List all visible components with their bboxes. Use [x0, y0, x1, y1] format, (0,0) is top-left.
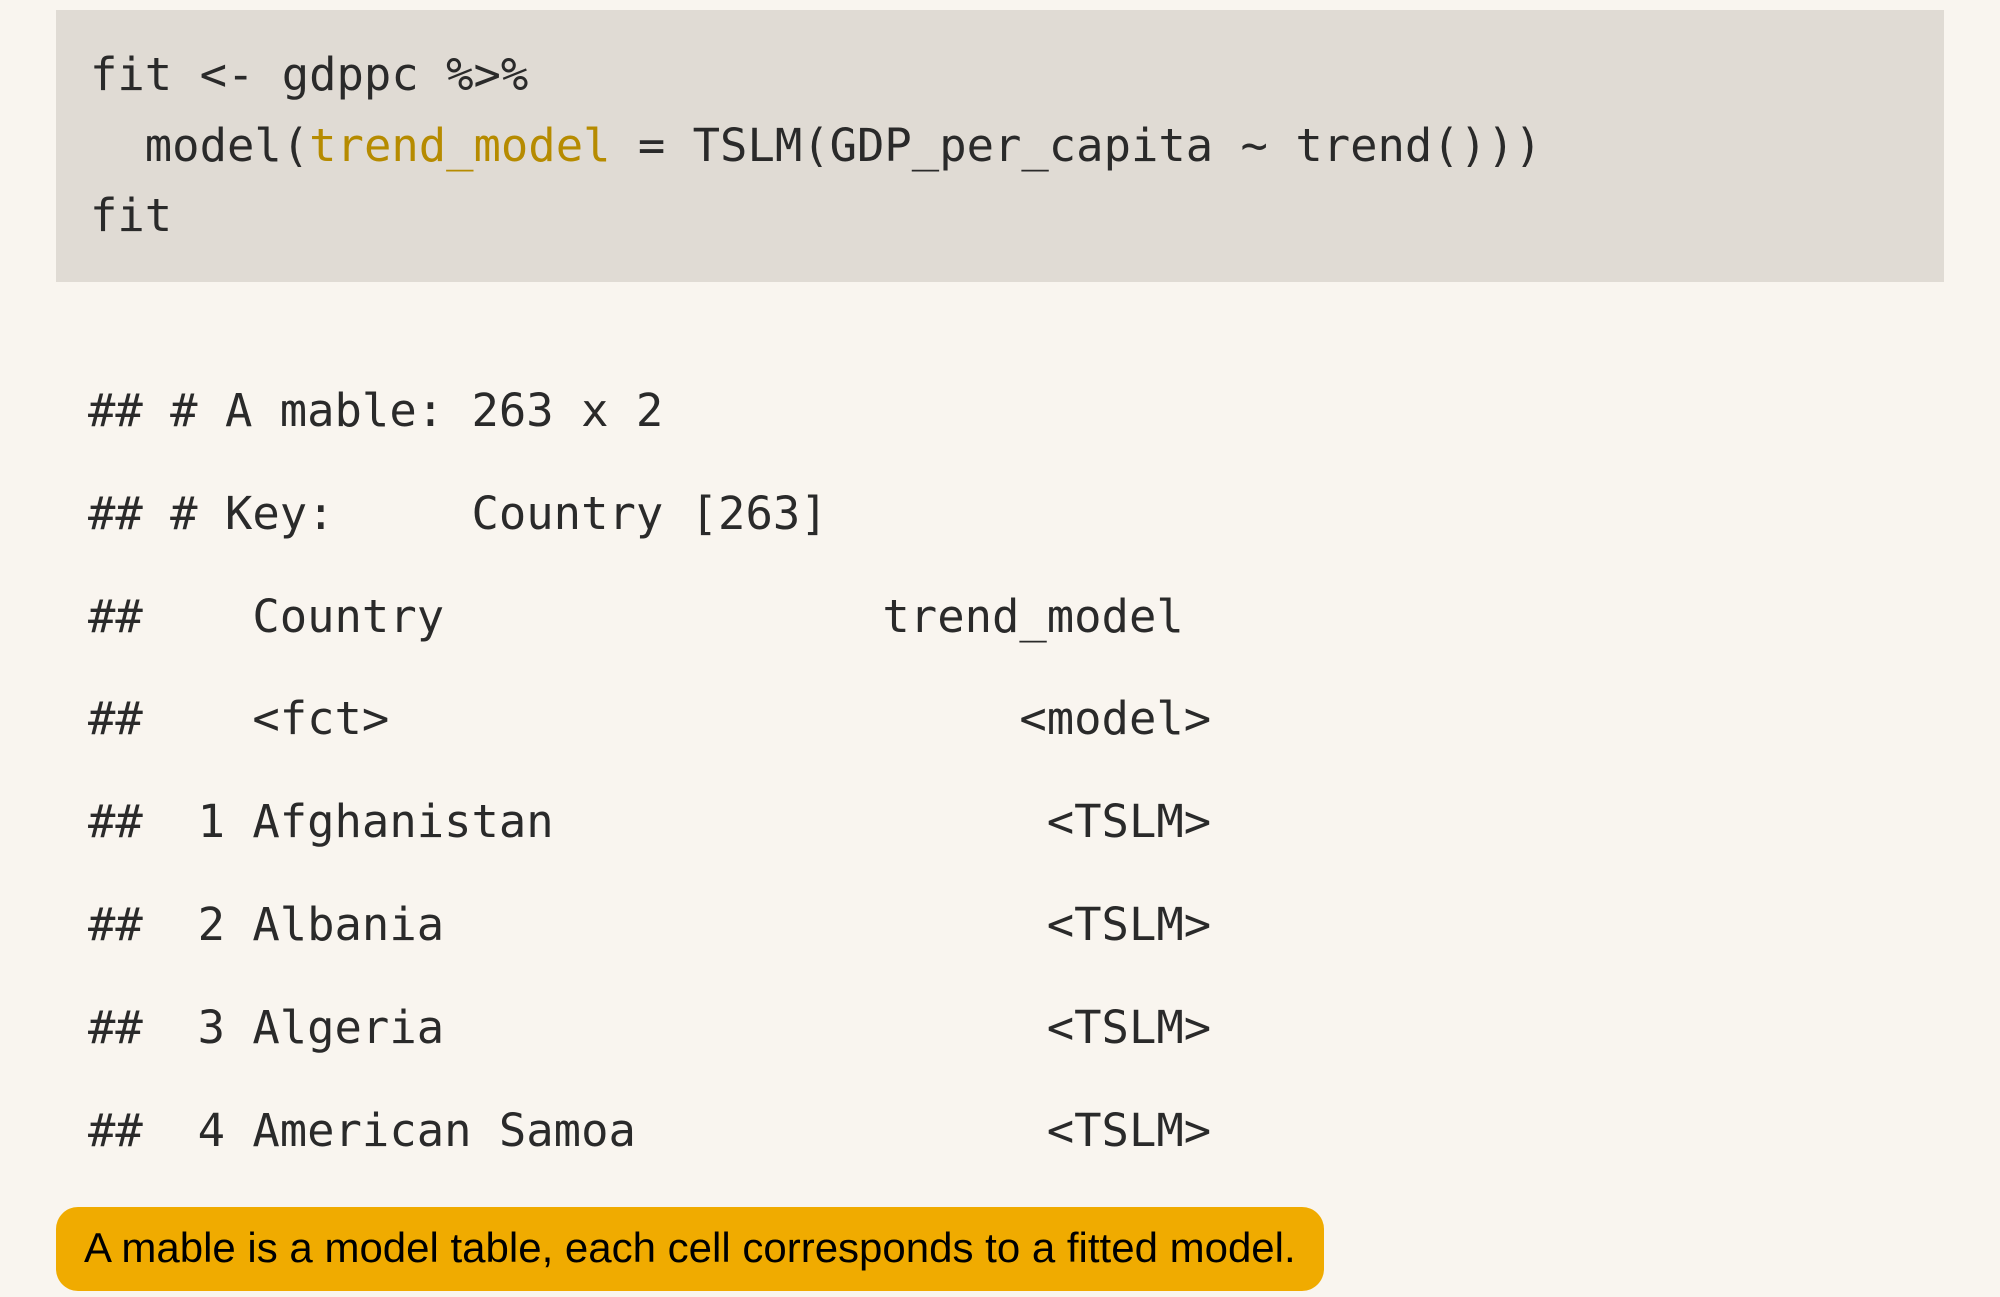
code-arg-name: trend_model — [309, 119, 610, 172]
table-row: ## 4 American Samoa <TSLM> — [88, 1104, 1211, 1157]
output-header-dims: ## # A mable: 263 x 2 — [88, 384, 663, 437]
code-input-block: fit <- gdppc %>% model(trend_model = TSL… — [56, 10, 1944, 282]
highlight-callout: A mable is a model table, each cell corr… — [56, 1207, 1324, 1291]
code-line-2-post: = TSLM(GDP_per_capita ~ trend())) — [610, 119, 1541, 172]
table-row: ## 2 Albania <TSLM> — [88, 898, 1211, 951]
code-line-3: fit — [90, 189, 172, 242]
slide-page: fit <- gdppc %>% model(trend_model = TSL… — [0, 0, 2000, 1297]
table-row: ## 3 Algeria <TSLM> — [88, 1001, 1211, 1054]
code-line-1: fit <- gdppc %>% — [90, 48, 528, 101]
code-line-2-pre: model( — [90, 119, 309, 172]
output-header-key: ## # Key: Country [263] — [88, 487, 828, 540]
output-column-names: ## Country trend_model — [88, 590, 1184, 643]
console-output-block: ## # A mable: 263 x 2 ## # Key: Country … — [88, 360, 1944, 1183]
table-row: ## 1 Afghanistan <TSLM> — [88, 795, 1211, 848]
output-column-types: ## <fct> <model> — [88, 692, 1211, 745]
